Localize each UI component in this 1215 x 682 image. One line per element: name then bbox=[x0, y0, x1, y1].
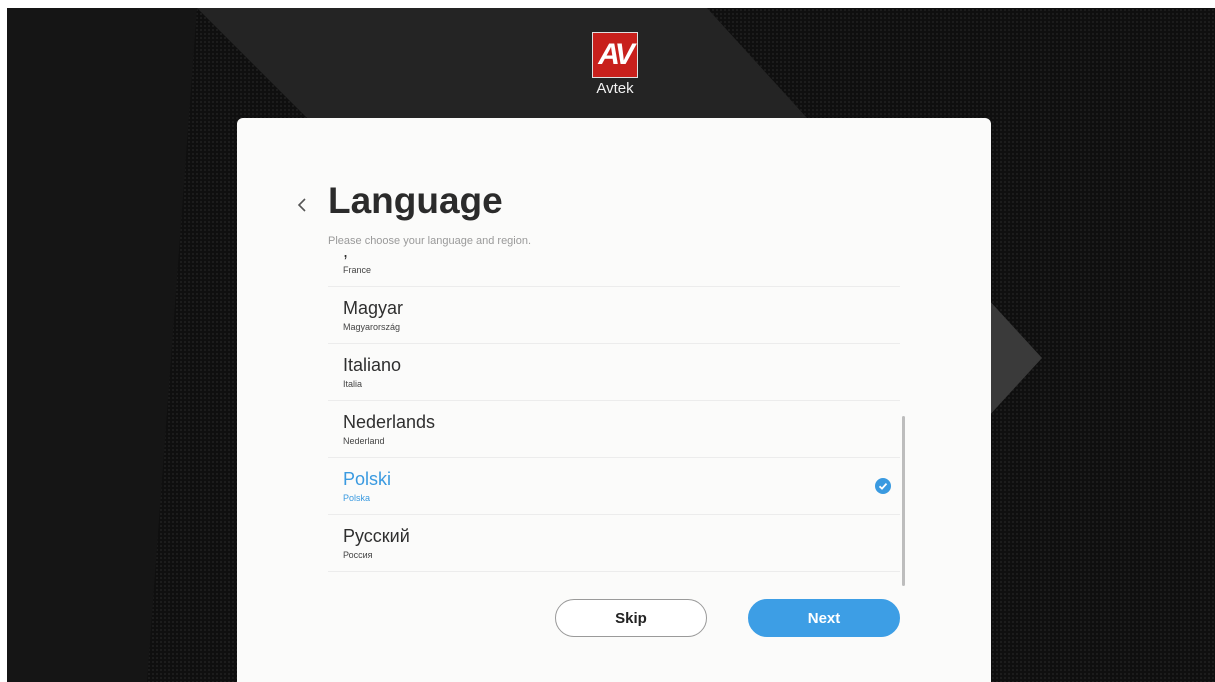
language-name: , bbox=[343, 251, 349, 261]
language-region: Italia bbox=[343, 379, 363, 389]
language-item-magyar[interactable]: Magyar Magyarország bbox=[328, 287, 900, 344]
language-name: Polski bbox=[343, 469, 392, 489]
avtek-logo-icon: AV bbox=[592, 32, 638, 78]
language-card: Language Please choose your language and… bbox=[237, 118, 991, 682]
language-item-french[interactable]: , France bbox=[328, 251, 900, 287]
check-circle-icon bbox=[875, 478, 891, 494]
language-name: Русский bbox=[343, 526, 410, 546]
language-item-italiano[interactable]: Italiano Italia bbox=[328, 344, 900, 401]
page-title: Language bbox=[328, 180, 503, 221]
language-name: Nederlands bbox=[343, 412, 436, 432]
language-item-nederlands[interactable]: Nederlands Nederland bbox=[328, 401, 900, 458]
language-region: Россия bbox=[343, 550, 373, 560]
next-button[interactable]: Next bbox=[748, 599, 900, 637]
language-list[interactable]: , France Magyar Magyarország Italiano It… bbox=[328, 251, 908, 586]
language-region: Nederland bbox=[343, 436, 385, 446]
screen: AV Avtek Language Please choose your lan… bbox=[7, 8, 1215, 682]
language-item-russian[interactable]: Русский Россия bbox=[328, 515, 900, 572]
language-name: Magyar bbox=[343, 298, 404, 318]
chevron-left-icon bbox=[297, 198, 306, 212]
page-subtitle: Please choose your language and region. bbox=[328, 235, 532, 247]
language-region: France bbox=[343, 265, 372, 275]
language-region: Polska bbox=[343, 493, 371, 503]
skip-button[interactable]: Skip bbox=[555, 599, 707, 637]
list-scrollbar[interactable] bbox=[902, 416, 905, 586]
back-button[interactable] bbox=[292, 194, 314, 216]
language-name: Italiano bbox=[343, 355, 402, 375]
brand-name: Avtek bbox=[596, 80, 634, 97]
language-region: Magyarország bbox=[343, 322, 401, 332]
brand-logo: AV Avtek bbox=[590, 32, 640, 97]
language-item-polski[interactable]: Polski Polska bbox=[328, 458, 900, 515]
